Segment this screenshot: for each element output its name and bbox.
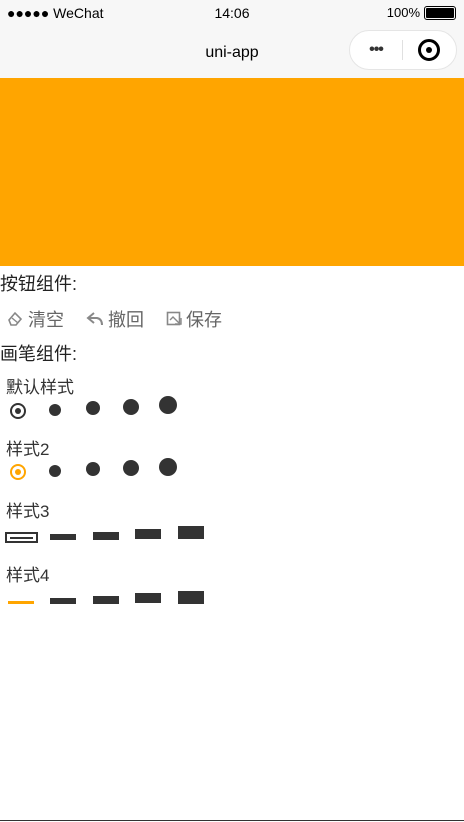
pen-size-option[interactable] (178, 526, 204, 539)
bottom-divider (0, 820, 464, 821)
pen-size-option-selected[interactable] (5, 532, 38, 543)
button-group: 清空 撤回 保存 (6, 306, 222, 332)
pen-size-option[interactable] (49, 465, 61, 477)
save-button[interactable]: 保存 (166, 306, 222, 332)
close-button[interactable] (403, 39, 455, 61)
save-icon (166, 311, 182, 326)
button-section-title: 按钮组件: (0, 274, 78, 294)
pen-style-3-label: 样式3 (6, 502, 50, 521)
clear-button[interactable]: 清空 (6, 306, 64, 332)
pen-size-option[interactable] (50, 598, 76, 604)
pen-size-option-selected[interactable] (8, 601, 34, 604)
nav-bar: uni-app ••• (0, 28, 464, 78)
pen-size-option[interactable] (49, 404, 61, 416)
close-icon (418, 39, 440, 61)
mini-program-capsule: ••• (349, 30, 457, 70)
pen-size-option[interactable] (93, 532, 119, 540)
clear-label: 清空 (28, 310, 64, 330)
pen-size-option-selected[interactable] (10, 464, 26, 480)
pen-size-option[interactable] (93, 596, 119, 604)
pen-size-row-default (0, 395, 464, 425)
battery-percent: 100% (386, 5, 420, 20)
pen-size-row-style-4 (0, 588, 464, 618)
battery-indicator: 100% (387, 5, 456, 20)
save-label: 保存 (186, 310, 222, 330)
pen-size-option[interactable] (159, 396, 177, 414)
pen-style-4-label: 样式4 (6, 566, 50, 585)
pen-size-option[interactable] (178, 591, 204, 604)
undo-label: 撤回 (108, 310, 144, 330)
pen-size-option-selected[interactable] (10, 403, 26, 419)
pen-section-title: 画笔组件: (0, 344, 78, 364)
pen-size-option[interactable] (123, 460, 139, 476)
pen-size-option[interactable] (86, 401, 100, 415)
pen-size-option[interactable] (135, 593, 161, 603)
pen-size-row-style-3 (0, 524, 464, 554)
eraser-icon (8, 311, 23, 326)
undo-button[interactable]: 撤回 (86, 306, 144, 332)
pen-size-option[interactable] (86, 462, 100, 476)
more-button[interactable]: ••• (350, 41, 402, 59)
pen-size-option[interactable] (123, 399, 139, 415)
pen-size-row-style-2 (0, 456, 464, 486)
undo-icon (86, 312, 103, 326)
pen-size-option[interactable] (135, 529, 161, 539)
battery-icon (424, 5, 456, 20)
pen-size-option[interactable] (50, 534, 76, 540)
status-bar: ●●●●● WeChat 14:06 100% (0, 0, 464, 28)
pen-size-option[interactable] (159, 458, 177, 476)
drawing-canvas[interactable] (0, 78, 464, 266)
